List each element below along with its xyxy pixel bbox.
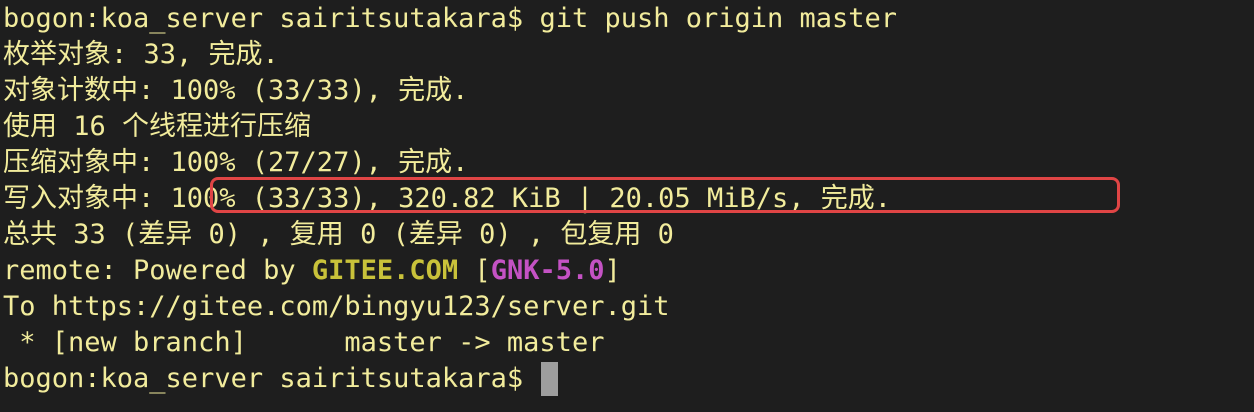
remote-url-text: To https://gitee.com/bingyu123/server.gi… bbox=[3, 291, 670, 322]
output-text: 使用 16 个线程进行压缩 bbox=[3, 111, 312, 142]
terminal-line-remote: remote: Powered by GITEE.COM [GNK-5.0] bbox=[3, 253, 1254, 289]
terminal-window[interactable]: bogon:koa_server sairitsutakara$ git pus… bbox=[0, 0, 1254, 412]
terminal-line-enumerate: 枚举对象: 33, 完成. bbox=[3, 37, 1254, 73]
output-text: 压缩对象中: 100% (27/27), 完成. bbox=[3, 147, 469, 178]
command-text: git push origin master bbox=[539, 3, 898, 34]
highlighted-output-text: 100% (33/33), 320.82 KiB | 20.05 MiB/s, … bbox=[170, 183, 891, 214]
gnk-version-text: GNK-5.0 bbox=[490, 255, 605, 286]
output-text: 枚举对象: 33, 完成. bbox=[3, 39, 279, 70]
remote-prefix: remote: Powered by bbox=[3, 255, 312, 286]
terminal-line-command: bogon:koa_server sairitsutakara$ git pus… bbox=[3, 1, 1254, 37]
terminal-line-total: 总共 33 (差异 0) , 复用 0 (差异 0) , 包复用 0 bbox=[3, 217, 1254, 253]
terminal-line-count: 对象计数中: 100% (33/33), 完成. bbox=[3, 73, 1254, 109]
bracket-close: ] bbox=[604, 255, 621, 286]
output-label: 写入对象中: bbox=[3, 183, 171, 214]
terminal-line-prompt[interactable]: bogon:koa_server sairitsutakara$ bbox=[3, 361, 1254, 397]
terminal-line-compress: 压缩对象中: 100% (27/27), 完成. bbox=[3, 145, 1254, 181]
output-text: 对象计数中: 100% (33/33), 完成. bbox=[3, 75, 469, 106]
terminal-line-write: 写入对象中: 100% (33/33), 320.82 KiB | 20.05 … bbox=[3, 181, 1254, 217]
terminal-line-branch: * [new branch] master -> master bbox=[3, 325, 1254, 361]
shell-prompt: bogon:koa_server sairitsutakara$ bbox=[3, 3, 540, 34]
text-cursor bbox=[541, 362, 559, 396]
gitee-brand-text: GITEE.COM bbox=[311, 255, 459, 286]
bracket-open: [ bbox=[458, 255, 491, 286]
shell-prompt: bogon:koa_server sairitsutakara$ bbox=[3, 363, 524, 394]
output-text: 总共 33 (差异 0) , 复用 0 (差异 0) , 包复用 0 bbox=[3, 219, 674, 250]
terminal-line-url: To https://gitee.com/bingyu123/server.gi… bbox=[3, 289, 1254, 325]
terminal-line-threads: 使用 16 个线程进行压缩 bbox=[3, 109, 1254, 145]
branch-output-text: * [new branch] master -> master bbox=[3, 327, 605, 358]
